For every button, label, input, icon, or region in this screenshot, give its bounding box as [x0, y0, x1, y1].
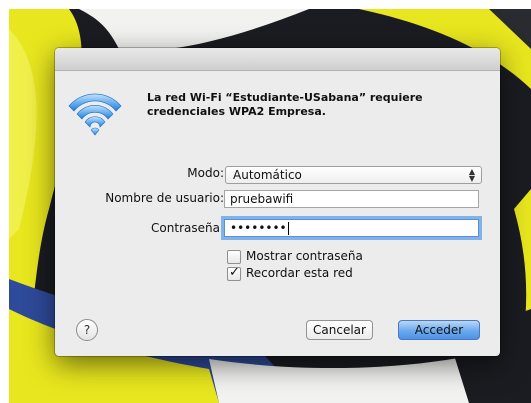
username-label: Nombre de usuario: [105, 191, 224, 205]
dialog-message: La red Wi-Fi “Estudiante-USabana” requie… [147, 91, 423, 118]
wifi-icon [65, 92, 125, 140]
password-field[interactable]: •••••••• [224, 219, 479, 237]
updown-arrows-icon: ▲ ▼ [468, 167, 475, 183]
username-field[interactable]: pruebawifi [224, 190, 479, 208]
text-cursor [287, 222, 289, 235]
dialog-titlebar [55, 48, 500, 71]
connect-button[interactable]: Acceder [398, 320, 480, 340]
remember-network-checkbox[interactable]: ✓ [227, 265, 241, 281]
help-button[interactable]: ? [76, 319, 98, 341]
password-value: •••••••• [230, 221, 287, 235]
mode-select[interactable]: Automático ▲ ▼ [225, 166, 482, 184]
show-password-label: Mostrar contraseña [246, 249, 363, 263]
wifi-credentials-dialog: La red Wi-Fi “Estudiante-USabana” requie… [55, 48, 500, 356]
mode-label: Modo: [187, 166, 224, 180]
password-label: Contraseña: [151, 221, 224, 235]
checkmark-icon: ✓ [229, 265, 240, 280]
mode-select-value: Automático [233, 168, 302, 182]
cancel-button[interactable]: Cancelar [306, 320, 373, 340]
username-value: pruebawifi [230, 192, 294, 206]
show-password-checkbox[interactable] [227, 250, 241, 264]
remember-network-label: Recordar esta red [246, 266, 353, 280]
